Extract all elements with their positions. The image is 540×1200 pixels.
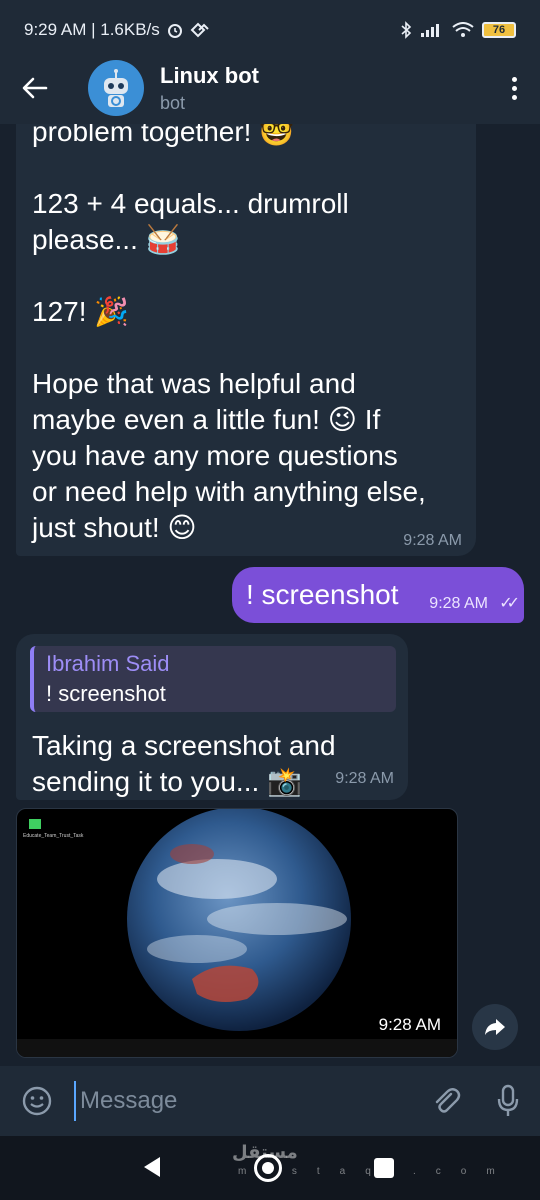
bluetooth-icon [401, 21, 412, 39]
message-line: just shout! 😊 [32, 512, 197, 543]
message-line: 123 + 4 equals... drumroll [32, 188, 349, 219]
message-line: 127! 🎉 [32, 296, 130, 327]
system-navigation-bar: مستقل mostaql.com [0, 1136, 540, 1200]
message-time: 9:28 AM [429, 595, 488, 612]
microphone-icon [497, 1084, 519, 1116]
nav-home-button[interactable] [254, 1154, 282, 1182]
message-line: Hope that was helpful and [32, 368, 356, 399]
reply-quote[interactable]: Ibrahim Said ! screenshot [30, 646, 396, 712]
nav-recents-button[interactable] [374, 1158, 394, 1178]
dot-icon [511, 85, 517, 91]
message-time: 9:28 AM [378, 1015, 441, 1034]
message-composer [0, 1066, 540, 1136]
chat-header: Linux bot bot [0, 52, 540, 124]
status-bar: 9:29 AM | 1.6KB/s 76 [0, 0, 540, 60]
taskbar [17, 1039, 457, 1057]
message-text: Taking a screenshot and sending it to yo… [32, 730, 336, 797]
message-line: maybe even a little fun! 😉 If [32, 404, 381, 435]
message-line: you have any more questions [32, 440, 398, 471]
share-arrow-icon [485, 1019, 505, 1035]
bot-message[interactable]: Ibrahim Said ! screenshot Taking a scree… [16, 634, 408, 800]
paperclip-icon [435, 1088, 461, 1113]
message-time: 9:28 AM [335, 770, 394, 787]
smiley-icon [22, 1086, 52, 1116]
reply-author: Ibrahim Said [46, 651, 170, 676]
emoji-button[interactable] [0, 1066, 74, 1136]
message-time: 9:28 AM [403, 532, 462, 549]
nav-back-icon[interactable] [142, 1156, 162, 1178]
avatar[interactable] [88, 60, 144, 116]
signal-icon [421, 24, 439, 37]
message-input[interactable] [74, 1081, 404, 1121]
battery-icon: 76 [482, 22, 516, 38]
message-text: ! screenshot [246, 579, 399, 610]
robot-icon [104, 69, 128, 107]
chat-subtitle: bot [160, 92, 186, 113]
forward-button[interactable] [472, 1004, 518, 1050]
dot-icon [511, 76, 517, 82]
more-options-button[interactable] [488, 52, 540, 124]
bot-message[interactable]: problem together! 🤓 123 + 4 equals... dr… [16, 124, 476, 556]
arrow-left-icon [22, 77, 48, 99]
alarm-icon [167, 24, 182, 38]
wifi-icon [452, 22, 474, 37]
voice-message-button[interactable] [476, 1066, 540, 1136]
chat-title[interactable]: Linux bot [160, 63, 259, 89]
attach-button[interactable] [416, 1066, 476, 1136]
data-saver-icon [190, 22, 209, 38]
back-button[interactable] [0, 52, 70, 124]
screenshot-photo[interactable]: Educate_Team_Trust_Task 9:28 AM [16, 808, 458, 1058]
message-line: or need help with anything else, [32, 476, 426, 507]
message-line: problem together! 🤓 [32, 124, 295, 147]
dot-icon [511, 94, 517, 100]
reply-text: ! screenshot [46, 681, 166, 706]
status-time: 9:29 AM | 1.6KB/s [24, 20, 160, 39]
message-line: please... 🥁 [32, 224, 181, 255]
chat-area[interactable]: problem together! 🤓 123 + 4 equals... dr… [0, 124, 540, 1066]
read-check-icon: ✓✓ [499, 595, 520, 612]
user-message[interactable]: ! screenshot 9:28 AM ✓✓ [232, 567, 524, 623]
